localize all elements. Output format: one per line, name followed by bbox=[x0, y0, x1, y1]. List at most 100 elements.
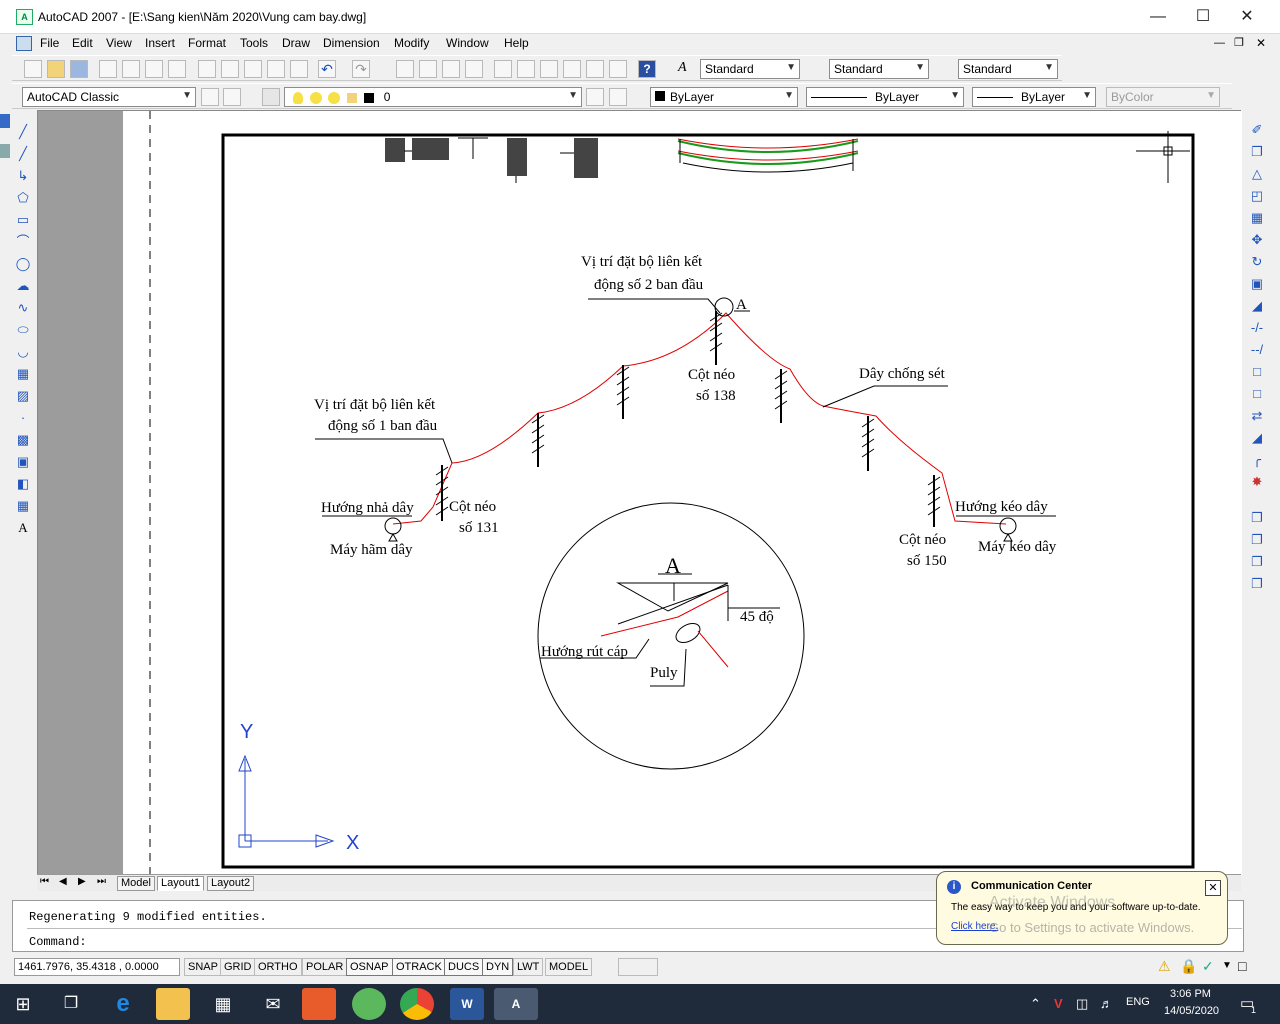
new-icon[interactable] bbox=[24, 60, 42, 78]
region-icon[interactable]: ◧ bbox=[15, 476, 31, 492]
layer-select[interactable]: 0 ▼ bbox=[284, 87, 582, 107]
tab-last-icon[interactable]: ⏭ bbox=[97, 876, 106, 887]
clean-screen-icon[interactable]: □ bbox=[1238, 958, 1246, 974]
layer-previous-icon[interactable] bbox=[609, 88, 627, 106]
draw-order-above-icon[interactable]: ❐ bbox=[1249, 554, 1265, 570]
menu-draw[interactable]: Draw bbox=[282, 36, 310, 50]
autocad-task-icon[interactable]: A bbox=[494, 988, 538, 1020]
arc-icon[interactable]: ⌒ bbox=[15, 234, 31, 250]
3d-dwf-icon[interactable] bbox=[168, 60, 186, 78]
join-icon[interactable]: ⇄ bbox=[1249, 408, 1265, 424]
explode-icon[interactable]: ✸ bbox=[1249, 474, 1265, 490]
trim-icon[interactable]: -/- bbox=[1249, 320, 1265, 336]
drawing-canvas[interactable]: Vị trí đặt bộ liên kết động số 2 ban đầu… bbox=[37, 110, 1242, 875]
status-menu-chevron-icon[interactable]: ▼ bbox=[1222, 960, 1232, 971]
move-icon[interactable]: ✥ bbox=[1249, 232, 1265, 248]
rectangle-icon[interactable]: ▭ bbox=[15, 212, 31, 228]
lock-icon[interactable]: 🔒 bbox=[1180, 958, 1197, 975]
ortho-toggle[interactable]: ORTHO bbox=[254, 958, 302, 976]
hatch-icon[interactable]: ▩ bbox=[15, 432, 31, 448]
table-style-select[interactable]: Standard ▼ bbox=[958, 59, 1058, 79]
layer-on-icon[interactable] bbox=[293, 91, 303, 104]
menu-modify[interactable]: Modify bbox=[394, 36, 429, 50]
coordinates-readout[interactable]: 1461.7976, 35.4318 , 0.0000 bbox=[14, 958, 180, 976]
tab-prev-icon[interactable]: ◀ bbox=[59, 876, 67, 887]
fillet-icon[interactable]: ╭ bbox=[1249, 452, 1265, 468]
polar-toggle[interactable]: POLAR bbox=[302, 958, 348, 976]
warning-icon[interactable]: ⚠ bbox=[1158, 958, 1171, 975]
vietkey-icon[interactable]: V bbox=[1054, 996, 1063, 1011]
word-icon[interactable]: W bbox=[450, 988, 484, 1020]
publish-icon[interactable] bbox=[145, 60, 163, 78]
redo-icon[interactable]: ↷ bbox=[352, 60, 370, 78]
array-icon[interactable]: ▦ bbox=[1249, 210, 1265, 226]
snap-toggle[interactable]: SNAP bbox=[184, 958, 222, 976]
menu-view[interactable]: View bbox=[106, 36, 132, 50]
document-icon[interactable] bbox=[16, 36, 32, 51]
tab-model[interactable]: Model bbox=[117, 876, 155, 891]
zoom-window-icon[interactable] bbox=[442, 60, 460, 78]
ellipse-arc-icon[interactable]: ◡ bbox=[15, 344, 31, 360]
erase-icon[interactable]: ✐ bbox=[1249, 122, 1265, 138]
menu-dimension[interactable]: Dimension bbox=[323, 36, 380, 50]
menu-format[interactable]: Format bbox=[188, 36, 226, 50]
maximize-button[interactable]: ☐ bbox=[1180, 4, 1226, 30]
menu-file[interactable]: File bbox=[40, 36, 59, 50]
layer-manager-icon[interactable] bbox=[262, 88, 280, 106]
plot-icon[interactable] bbox=[99, 60, 117, 78]
layer-viewport-thaw-icon[interactable] bbox=[327, 91, 340, 104]
sheet-set-icon[interactable] bbox=[563, 60, 581, 78]
maximize-viewport-button[interactable] bbox=[618, 958, 658, 976]
spline-icon[interactable]: ∿ bbox=[15, 300, 31, 316]
tab-layout2[interactable]: Layout2 bbox=[207, 876, 255, 891]
menu-help[interactable]: Help bbox=[504, 36, 529, 50]
tab-layout1[interactable]: Layout1 bbox=[157, 876, 205, 891]
draw-order-under-icon[interactable]: ❐ bbox=[1249, 576, 1265, 592]
edge-browser-icon[interactable]: e bbox=[106, 988, 140, 1020]
line-icon[interactable]: ╱ bbox=[15, 124, 31, 140]
tool-palettes-icon[interactable] bbox=[540, 60, 558, 78]
pan-icon[interactable] bbox=[396, 60, 414, 78]
palette-tab2-icon[interactable] bbox=[0, 144, 10, 158]
properties-icon[interactable] bbox=[494, 60, 512, 78]
lwt-toggle[interactable]: LWT bbox=[513, 958, 544, 976]
block-editor-icon[interactable] bbox=[290, 60, 308, 78]
doc-close-button[interactable]: ✕ bbox=[1256, 36, 1266, 50]
palette-tab-icon[interactable] bbox=[0, 114, 10, 128]
extend-icon[interactable]: --/ bbox=[1249, 342, 1265, 358]
grid-toggle[interactable]: GRID bbox=[220, 958, 256, 976]
model-paper-toggle[interactable]: MODEL bbox=[545, 958, 593, 976]
file-explorer-icon[interactable] bbox=[156, 988, 190, 1020]
volume-icon[interactable]: ♬ bbox=[1100, 996, 1113, 1011]
insert-block-icon[interactable]: ▦ bbox=[15, 366, 31, 382]
lineweight-select[interactable]: ByLayer ▼ bbox=[972, 87, 1096, 107]
coccoc-browser-icon[interactable] bbox=[352, 988, 386, 1020]
network-icon[interactable]: ◫ bbox=[1076, 996, 1088, 1012]
cut-icon[interactable] bbox=[198, 60, 216, 78]
chrome-icon[interactable] bbox=[400, 988, 434, 1020]
markup-icon[interactable] bbox=[586, 60, 604, 78]
tab-first-icon[interactable]: ⏮ bbox=[40, 876, 49, 887]
undo-icon[interactable]: ↶ bbox=[318, 60, 336, 78]
task-view-icon[interactable]: ❐ bbox=[54, 988, 88, 1020]
menu-edit[interactable]: Edit bbox=[72, 36, 93, 50]
language-indicator[interactable]: ENG bbox=[1126, 996, 1150, 1008]
workspace-save-icon[interactable] bbox=[223, 88, 241, 106]
copy-icon[interactable] bbox=[221, 60, 239, 78]
color-select[interactable]: ByLayer ▼ bbox=[650, 87, 798, 107]
polygon-icon[interactable]: ⬠ bbox=[15, 190, 31, 206]
start-windows-icon[interactable]: ⊞ bbox=[6, 988, 40, 1020]
gradient-icon[interactable]: ▣ bbox=[15, 454, 31, 470]
copy-object-icon[interactable]: ❐ bbox=[1249, 144, 1265, 160]
mirror-icon[interactable]: △ bbox=[1249, 166, 1265, 182]
table-icon[interactable]: ▦ bbox=[15, 498, 31, 514]
autocad-app-icon[interactable]: A bbox=[16, 9, 33, 25]
zoom-previous-icon[interactable] bbox=[465, 60, 483, 78]
clock-time[interactable]: 3:06 PM bbox=[1170, 988, 1211, 1000]
clock-date[interactable]: 14/05/2020 bbox=[1164, 1005, 1219, 1017]
popup-close-button[interactable]: ✕ bbox=[1205, 880, 1221, 896]
rotate-icon[interactable]: ↻ bbox=[1249, 254, 1265, 270]
polyline-icon[interactable]: ↳ bbox=[15, 168, 31, 184]
doc-restore-button[interactable]: ❐ bbox=[1234, 36, 1244, 49]
menu-tools[interactable]: Tools bbox=[240, 36, 268, 50]
